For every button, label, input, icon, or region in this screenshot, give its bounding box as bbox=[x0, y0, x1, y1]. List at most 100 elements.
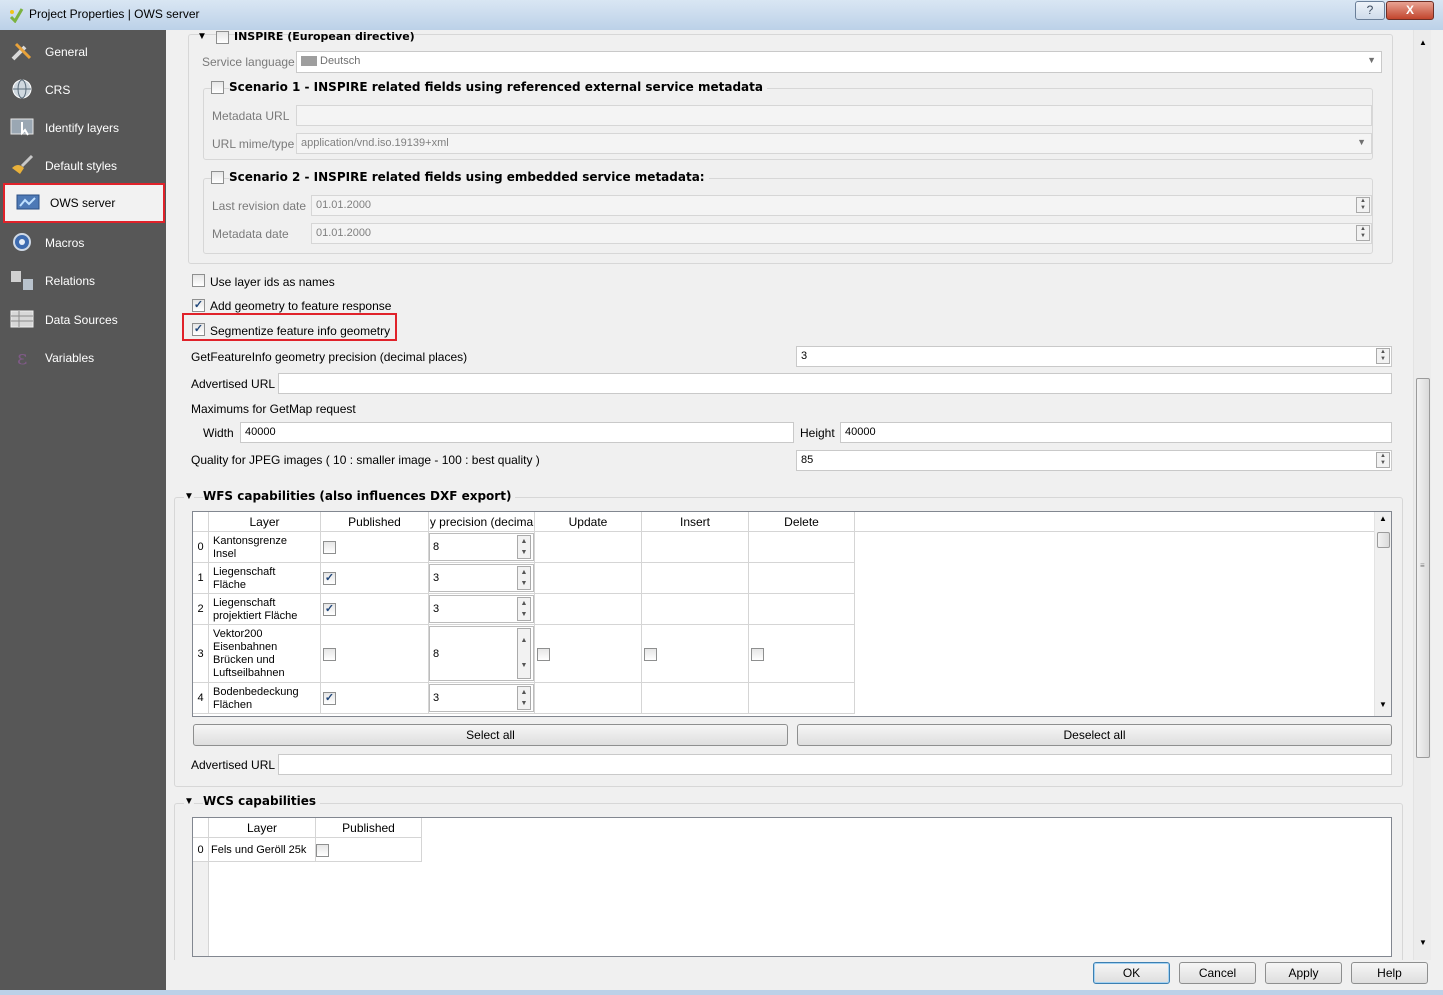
wfs-published-checkbox[interactable]: ✓ bbox=[323, 603, 336, 616]
ok-button[interactable]: OK bbox=[1093, 962, 1170, 984]
deselect-all-button[interactable]: Deselect all bbox=[797, 724, 1392, 746]
spin-arrows-icon[interactable]: ▲ ▼ bbox=[1356, 225, 1370, 241]
scroll-down-icon[interactable]: ▼ bbox=[1379, 700, 1387, 709]
main-scroll-thumb[interactable]: ≡ bbox=[1416, 378, 1430, 758]
wfs-layer-cell[interactable]: Bodenbedeckung Flächen bbox=[209, 683, 321, 714]
spin-arrows-icon[interactable]: ▲ ▼ bbox=[1376, 348, 1390, 364]
wfs-col-insert[interactable]: Insert bbox=[642, 512, 749, 532]
spin-arrows-icon[interactable]: ▲ ▼ bbox=[517, 597, 531, 621]
wfs-precision-spinbox[interactable]: 3 ▲ ▼ bbox=[429, 595, 534, 623]
cancel-button[interactable]: Cancel bbox=[1179, 962, 1256, 984]
wfs-precision-spinbox[interactable]: 8 ▲ ▼ bbox=[429, 626, 534, 681]
last-revision-date-input[interactable]: 01.01.2000 ▲ ▼ bbox=[311, 195, 1372, 216]
spin-arrows-icon[interactable]: ▲ ▼ bbox=[517, 535, 531, 559]
metadata-url-input[interactable] bbox=[296, 105, 1372, 126]
wfs-precision-spinbox[interactable]: 3 ▲ ▼ bbox=[429, 684, 534, 712]
wfs-insert-cell bbox=[642, 625, 749, 683]
jpeg-quality-spinbox[interactable]: 85 ▲ ▼ bbox=[796, 450, 1392, 471]
wfs-update-cell bbox=[535, 683, 642, 714]
metadata-date-label: Metadata date bbox=[212, 227, 289, 241]
inspire-checkbox[interactable] bbox=[216, 31, 229, 44]
sidebar-item-label: Macros bbox=[45, 236, 85, 250]
wfs-precision-spinbox[interactable]: 8 ▲ ▼ bbox=[429, 533, 534, 561]
spin-arrows-icon[interactable]: ▲ ▼ bbox=[517, 686, 531, 710]
sidebar-item-data-sources[interactable]: Data Sources bbox=[0, 300, 166, 338]
wfs-insert-cell bbox=[642, 683, 749, 714]
sidebar-item-ows-server[interactable]: OWS server bbox=[3, 183, 165, 223]
metadata-date-input[interactable]: 01.01.2000 ▲ ▼ bbox=[311, 223, 1372, 244]
wfs-col-delete[interactable]: Delete bbox=[749, 512, 855, 532]
use-layer-ids-checkbox[interactable] bbox=[192, 274, 205, 287]
scroll-up-icon[interactable]: ▲ bbox=[1419, 38, 1427, 47]
wfs-published-checkbox[interactable]: ✓ bbox=[323, 572, 336, 585]
wfs-col-published[interactable]: Published bbox=[321, 512, 429, 532]
sidebar-item-identify-layers[interactable]: Identify layers bbox=[0, 108, 166, 146]
corner-header bbox=[193, 818, 209, 838]
wfs-layer-cell[interactable]: Kantonsgrenze Insel bbox=[209, 532, 321, 563]
segmentize-checkbox[interactable]: ✓ bbox=[192, 323, 205, 336]
wfs-col-update[interactable]: Update bbox=[535, 512, 642, 532]
wfs-table-scrollbar[interactable]: ▲ ▼ bbox=[1374, 512, 1391, 716]
window-help-button[interactable]: ? bbox=[1355, 1, 1385, 20]
help-button[interactable]: Help bbox=[1351, 962, 1428, 984]
window-close-button[interactable]: X bbox=[1386, 1, 1434, 20]
wfs-col-precision[interactable]: y precision (decima bbox=[429, 512, 535, 532]
wfs-layer-cell[interactable]: Vektor200 Eisenbahnen Brücken und Luftseilb… bbox=[209, 625, 321, 683]
wfs-published-checkbox[interactable]: ✓ bbox=[323, 692, 336, 705]
wcs-published-checkbox[interactable] bbox=[316, 844, 329, 857]
layer-name-line: Fläche bbox=[213, 578, 247, 591]
sidebar-item-crs[interactable]: CRS bbox=[0, 70, 166, 108]
scroll-down-icon[interactable]: ▼ bbox=[1419, 938, 1427, 947]
window-title: Project Properties | OWS server bbox=[29, 7, 200, 21]
sidebar-item-default-styles[interactable]: Default styles bbox=[0, 146, 166, 184]
apply-button[interactable]: Apply bbox=[1265, 962, 1342, 984]
sidebar-item-label: CRS bbox=[45, 83, 71, 97]
grip-icon: ≡ bbox=[1420, 561, 1425, 570]
wfs-delete-checkbox[interactable] bbox=[751, 647, 764, 661]
scroll-thumb[interactable] bbox=[1377, 532, 1390, 548]
layer-name-line: Flächen bbox=[213, 698, 253, 711]
collapse-triangle-icon[interactable]: ▼ bbox=[184, 796, 194, 807]
service-language-label: Service language bbox=[202, 55, 295, 69]
sidebar-item-general[interactable]: General bbox=[0, 32, 166, 70]
sidebar-item-label: Default styles bbox=[45, 159, 118, 173]
wfs-layer-cell[interactable]: Liegenschaft projektiert Fläche bbox=[209, 594, 321, 625]
wfs-published-checkbox[interactable] bbox=[323, 647, 336, 661]
max-width-input[interactable]: 40000 bbox=[240, 422, 794, 443]
wms-advertised-url-input[interactable] bbox=[278, 373, 1392, 394]
wfs-update-checkbox[interactable] bbox=[537, 647, 550, 661]
url-mime-combo[interactable]: application/vnd.iso.19139+xml ▼ bbox=[296, 133, 1372, 154]
wfs-advertised-url-input[interactable] bbox=[278, 754, 1392, 775]
row-number: 1 bbox=[193, 563, 209, 594]
wfs-published-checkbox[interactable] bbox=[323, 541, 336, 554]
select-all-button[interactable]: Select all bbox=[193, 724, 788, 746]
collapse-triangle-icon[interactable]: ▼ bbox=[197, 31, 207, 42]
wcs-col-layer[interactable]: Layer bbox=[209, 818, 316, 838]
sidebar-item-variables[interactable]: ε Variables bbox=[0, 338, 166, 376]
wfs-col-layer[interactable]: Layer bbox=[209, 512, 321, 532]
layer-name-line: Liegenschaft bbox=[213, 596, 276, 609]
collapse-triangle-icon[interactable]: ▼ bbox=[184, 491, 194, 502]
sidebar-item-relations[interactable]: Relations bbox=[0, 261, 166, 299]
scenario2-checkbox[interactable] bbox=[211, 171, 224, 184]
scroll-up-icon[interactable]: ▲ bbox=[1379, 514, 1387, 523]
wcs-col-published[interactable]: Published bbox=[316, 818, 422, 838]
spin-arrows-icon[interactable]: ▲ ▼ bbox=[1376, 452, 1390, 468]
identify-icon bbox=[10, 118, 34, 136]
sidebar-item-macros[interactable]: Macros bbox=[0, 223, 166, 261]
precision-value: 8 bbox=[433, 647, 440, 660]
service-language-combo[interactable]: Deutsch ▼ bbox=[296, 51, 1382, 73]
spin-arrows-icon[interactable]: ▲ ▼ bbox=[517, 566, 531, 590]
scenario1-checkbox[interactable] bbox=[211, 81, 224, 94]
max-height-input[interactable]: 40000 bbox=[840, 422, 1392, 443]
spin-arrows-icon[interactable]: ▲ ▼ bbox=[517, 628, 531, 679]
main-scrollbar[interactable]: ▲ ≡ ▼ bbox=[1413, 30, 1431, 960]
precision-spinbox[interactable]: 3 ▲ ▼ bbox=[796, 346, 1392, 367]
add-geometry-checkbox[interactable]: ✓ bbox=[192, 299, 205, 312]
wfs-insert-checkbox[interactable] bbox=[644, 647, 657, 661]
wfs-precision-cell: 3 ▲ ▼ bbox=[429, 594, 535, 625]
wcs-layer-cell[interactable]: Fels und Geröll 25k bbox=[209, 838, 316, 862]
wfs-layer-cell[interactable]: Liegenschaft Fläche bbox=[209, 563, 321, 594]
wfs-precision-spinbox[interactable]: 3 ▲ ▼ bbox=[429, 564, 534, 592]
spin-arrows-icon[interactable]: ▲ ▼ bbox=[1356, 197, 1370, 213]
